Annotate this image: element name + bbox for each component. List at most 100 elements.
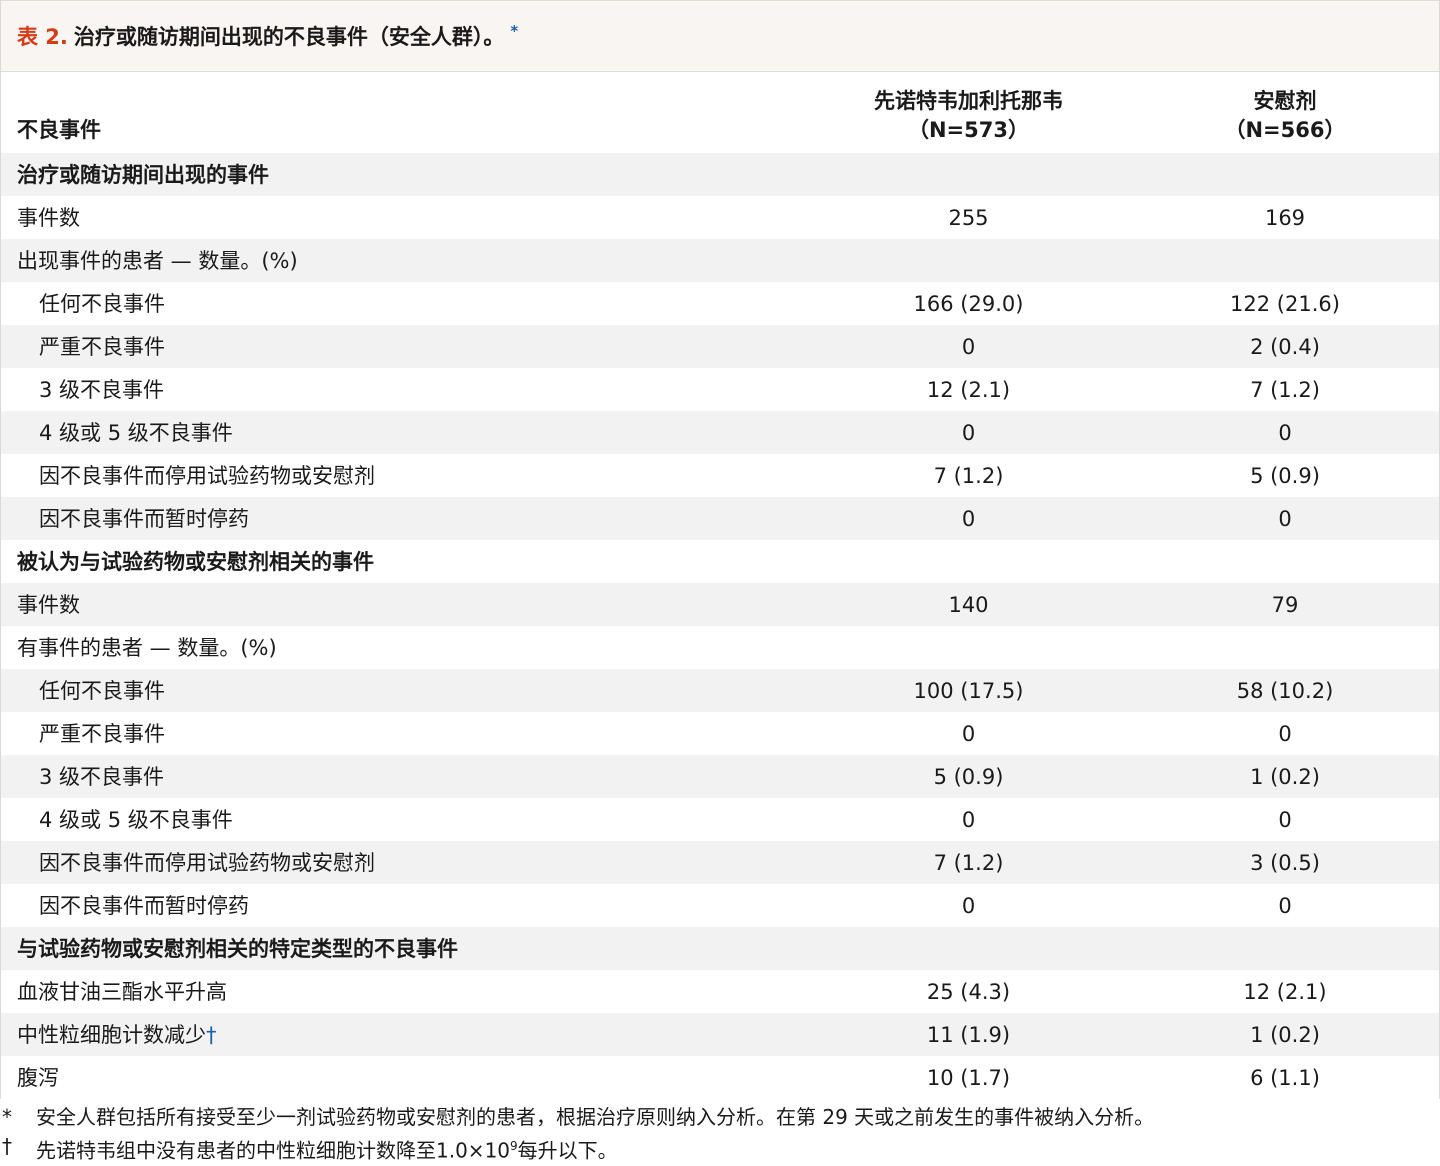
cell-placebo: 3 (0.5) — [1131, 841, 1439, 884]
row-label: 任何不良事件 — [1, 669, 806, 712]
table-row: 事件数 140 79 — [1, 583, 1439, 626]
table-number: 表 2. — [17, 25, 68, 49]
cell-ensitrelvir — [806, 239, 1131, 282]
cell-placebo: 0 — [1131, 411, 1439, 454]
row-label: 血液甘油三酯水平升高 — [1, 970, 806, 1013]
header-row: 不良事件 先诺特韦加利托那韦 （N=573） 安慰剂 （N=566） — [1, 72, 1439, 153]
cell-ensitrelvir: 5 (0.9) — [806, 755, 1131, 798]
cell-ensitrelvir — [806, 626, 1131, 669]
row-label: 治疗或随访期间出现的事件 — [1, 153, 806, 196]
row-label: 3 级不良事件 — [1, 368, 806, 411]
cell-ensitrelvir: 0 — [806, 798, 1131, 841]
cell-ensitrelvir: 0 — [806, 712, 1131, 755]
table-title: 表 2. 治疗或随访期间出现的不良事件（安全人群）。 * — [1, 0, 1439, 72]
table-row: 出现事件的患者 — 数量。(%) — [1, 239, 1439, 282]
cell-ensitrelvir — [806, 540, 1131, 583]
cell-ensitrelvir: 12 (2.1) — [806, 368, 1131, 411]
row-label: 中性粒细胞计数减少 — [17, 1022, 206, 1047]
footnote-2-text: 先诺特韦组中没有患者的中性粒细胞计数降至1.0×109每升以下。 — [36, 1132, 618, 1163]
cell-placebo — [1131, 927, 1439, 970]
row-label: 严重不良事件 — [1, 325, 806, 368]
cell-ensitrelvir: 11 (1.9) — [806, 1013, 1131, 1056]
cell-ensitrelvir: 7 (1.2) — [806, 841, 1131, 884]
section-row: 治疗或随访期间出现的事件 — [1, 153, 1439, 196]
row-label: 事件数 — [1, 583, 806, 626]
row-label: 严重不良事件 — [1, 712, 806, 755]
table-row: 有事件的患者 — 数量。(%) — [1, 626, 1439, 669]
cell-ensitrelvir: 7 (1.2) — [806, 454, 1131, 497]
row-label: 4 级或 5 级不良事件 — [1, 798, 806, 841]
cell-ensitrelvir — [806, 153, 1131, 196]
table-row: 任何不良事件 166 (29.0) 122 (21.6) — [1, 282, 1439, 325]
cell-placebo — [1131, 626, 1439, 669]
cell-placebo: 5 (0.9) — [1131, 454, 1439, 497]
cell-placebo: 0 — [1131, 884, 1439, 927]
row-label: 3 级不良事件 — [1, 755, 806, 798]
cell-ensitrelvir: 140 — [806, 583, 1131, 626]
footnote-1: * 安全人群包括所有接受至少一剂试验药物或安慰剂的患者，根据治疗原则纳入分析。在… — [0, 1103, 1440, 1132]
cell-placebo: 169 — [1131, 196, 1439, 239]
footnote-2-exponent: 9 — [510, 1139, 518, 1153]
header-placebo: 安慰剂 （N=566） — [1131, 72, 1439, 153]
row-label: 事件数 — [1, 196, 806, 239]
cell-ensitrelvir: 255 — [806, 196, 1131, 239]
footnote-link-star[interactable]: * — [510, 22, 518, 40]
cell-ensitrelvir: 0 — [806, 884, 1131, 927]
footnote-2-mark: † — [2, 1134, 12, 1158]
cell-ensitrelvir — [806, 927, 1131, 970]
header-adverse-event: 不良事件 — [17, 118, 101, 142]
cell-placebo: 79 — [1131, 583, 1439, 626]
row-label: 腹泻 — [1, 1056, 806, 1099]
table-row: 4 级或 5 级不良事件 0 0 — [1, 411, 1439, 454]
cell-ensitrelvir: 0 — [806, 411, 1131, 454]
table-row: 事件数 255 169 — [1, 196, 1439, 239]
cell-placebo: 7 (1.2) — [1131, 368, 1439, 411]
row-label: 与试验药物或安慰剂相关的特定类型的不良事件 — [1, 927, 806, 970]
footnote-1-mark: * — [2, 1105, 12, 1129]
cell-ensitrelvir: 10 (1.7) — [806, 1056, 1131, 1099]
footnote-2-text-a: 先诺特韦组中没有患者的中性粒细胞计数降至1.0×10 — [36, 1138, 511, 1163]
row-label: 出现事件的患者 — 数量。(%) — [1, 239, 806, 282]
cell-placebo: 122 (21.6) — [1131, 282, 1439, 325]
cell-placebo: 1 (0.2) — [1131, 755, 1439, 798]
cell-placebo — [1131, 153, 1439, 196]
table-row: 因不良事件而暂时停药 0 0 — [1, 884, 1439, 927]
cell-placebo: 0 — [1131, 497, 1439, 540]
table-row: 因不良事件而停用试验药物或安慰剂 7 (1.2) 3 (0.5) — [1, 841, 1439, 884]
cell-ensitrelvir: 100 (17.5) — [806, 669, 1131, 712]
row-label: 被认为与试验药物或安慰剂相关的事件 — [1, 540, 806, 583]
table-row: 血液甘油三酯水平升高 25 (4.3) 12 (2.1) — [1, 970, 1439, 1013]
section-row: 与试验药物或安慰剂相关的特定类型的不良事件 — [1, 927, 1439, 970]
adverse-events-table: 表 2. 治疗或随访期间出现的不良事件（安全人群）。 * 不良事件 先诺特韦加利… — [0, 0, 1440, 1099]
header-ensitrelvir-n: （N=573） — [907, 118, 1029, 142]
cell-placebo: 2 (0.4) — [1131, 325, 1439, 368]
table-row: 3 级不良事件 12 (2.1) 7 (1.2) — [1, 368, 1439, 411]
cell-placebo: 0 — [1131, 798, 1439, 841]
row-label: 因不良事件而停用试验药物或安慰剂 — [1, 841, 806, 884]
cell-ensitrelvir: 25 (4.3) — [806, 970, 1131, 1013]
cell-ensitrelvir: 0 — [806, 325, 1131, 368]
cell-ensitrelvir: 0 — [806, 497, 1131, 540]
table-row: 因不良事件而暂时停药 0 0 — [1, 497, 1439, 540]
table-row: 3 级不良事件 5 (0.9) 1 (0.2) — [1, 755, 1439, 798]
table-row: 中性粒细胞计数减少† 11 (1.9) 1 (0.2) — [1, 1013, 1439, 1056]
row-label: 因不良事件而停用试验药物或安慰剂 — [1, 454, 806, 497]
header-ensitrelvir: 先诺特韦加利托那韦 （N=573） — [806, 72, 1131, 153]
footnote-link-dagger[interactable]: † — [206, 1023, 217, 1047]
table-row: 严重不良事件 0 0 — [1, 712, 1439, 755]
table-row: 因不良事件而停用试验药物或安慰剂 7 (1.2) 5 (0.9) — [1, 454, 1439, 497]
row-label: 因不良事件而暂时停药 — [1, 497, 806, 540]
table-title-text: 治疗或随访期间出现的不良事件（安全人群）。 — [73, 25, 505, 49]
cell-placebo: 6 (1.1) — [1131, 1056, 1439, 1099]
section-row: 被认为与试验药物或安慰剂相关的事件 — [1, 540, 1439, 583]
row-label: 任何不良事件 — [1, 282, 806, 325]
row-label: 有事件的患者 — 数量。(%) — [1, 626, 806, 669]
footnote-2-text-b: 每升以下。 — [517, 1138, 618, 1163]
footnote-2: † 先诺特韦组中没有患者的中性粒细胞计数降至1.0×109每升以下。 — [0, 1132, 1440, 1163]
table-row: 任何不良事件 100 (17.5) 58 (10.2) — [1, 669, 1439, 712]
header-placebo-n: （N=566） — [1224, 118, 1346, 142]
row-label: 因不良事件而暂时停药 — [1, 884, 806, 927]
cell-placebo — [1131, 239, 1439, 282]
header-placebo-name: 安慰剂 — [1253, 89, 1317, 113]
cell-placebo: 58 (10.2) — [1131, 669, 1439, 712]
